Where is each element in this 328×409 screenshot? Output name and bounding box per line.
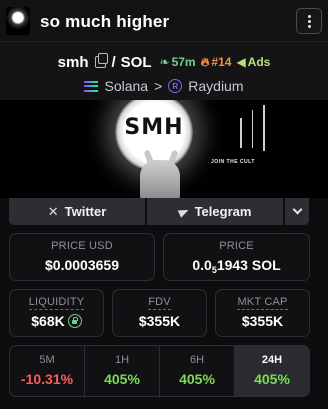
price-sol-box: PRICE 0.051943 SOL: [163, 233, 310, 281]
solana-icon: [84, 80, 99, 92]
paint-drip: [263, 105, 265, 151]
timeframe-label: 6H: [189, 354, 205, 366]
ads-badge[interactable]: ◀ Ads: [236, 55, 270, 69]
market-cap-label: MKT CAP: [237, 296, 288, 310]
flame-icon: 🔥︎: [200, 54, 210, 69]
price-sol-suffix: 1943 SOL: [216, 257, 281, 273]
lock-icon[interactable]: [67, 314, 82, 328]
twitter-button[interactable]: ✕ Twitter: [9, 198, 145, 225]
pair-quote: SOL: [120, 53, 152, 71]
social-links: ✕ Twitter Telegram: [9, 198, 309, 225]
raydium-icon: R: [168, 79, 183, 93]
timeframe-label: 1H: [114, 354, 130, 366]
tab-5m[interactable]: 5M -10.31%: [10, 346, 85, 396]
paint-drip: [252, 110, 253, 148]
token-avatar: [6, 7, 30, 35]
dex-name[interactable]: Raydium: [188, 78, 243, 94]
price-usd-box: PRICE USD $0.0003659: [9, 233, 155, 281]
x-icon: ✕: [47, 203, 59, 219]
more-links-button[interactable]: [285, 198, 309, 225]
copy-icon[interactable]: [95, 53, 109, 68]
price-usd-label: PRICE USD: [51, 240, 113, 252]
tab-24h[interactable]: 24H 405%: [235, 346, 309, 396]
token-header: so much higher: [0, 0, 328, 42]
pair-info: smh / SOL ❧ 57m 🔥︎ #14 ◀ Ads Solana > R …: [0, 42, 328, 100]
ads-label: Ads: [247, 55, 271, 69]
liquidity-box: LIQUIDITY $68K: [9, 289, 104, 337]
token-title: so much higher: [40, 12, 170, 31]
pair-age-value: 57m: [171, 55, 196, 69]
price-sol-subscript: 5: [211, 265, 217, 275]
timeframe-change: 405%: [254, 371, 290, 387]
trending-rank-value: #14: [211, 55, 232, 69]
twitter-label: Twitter: [64, 204, 107, 219]
dot-icon: [307, 24, 311, 28]
timeframe-label: 24H: [261, 354, 283, 366]
telegram-button[interactable]: Telegram: [147, 198, 283, 225]
liquidity-label: LIQUIDITY: [28, 296, 85, 310]
timeframe-label: 5M: [39, 354, 55, 366]
price-usd-value: $0.0003659: [45, 257, 119, 273]
price-sol-label: PRICE: [219, 240, 254, 252]
banner-caption: JOIN THE CULT: [211, 159, 255, 165]
telegram-label: Telegram: [194, 204, 252, 219]
trending-rank[interactable]: 🔥︎ #14: [201, 55, 232, 70]
pair-base: smh: [57, 53, 89, 71]
more-menu-button[interactable]: [296, 8, 322, 34]
chevron-down-icon: [292, 204, 302, 215]
market-cap-value: $355K: [241, 313, 284, 329]
price-sol-prefix: 0.0: [192, 257, 212, 273]
timeframe-change: -10.31%: [20, 371, 74, 387]
timeframe-changes: 5M -10.31% 1H 405% 6H 405% 24H 405%: [9, 345, 310, 397]
paint-drip: [240, 118, 242, 148]
fdv-value: $355K: [138, 313, 181, 329]
dot-icon: [307, 19, 311, 23]
fdv-label: FDV: [148, 296, 171, 310]
chevron-right-icon: >: [154, 78, 163, 94]
liquidity-value: $68K: [31, 313, 65, 329]
telegram-icon: [177, 205, 190, 218]
cat-graphic: [140, 160, 180, 198]
tab-6h[interactable]: 6H 405%: [160, 346, 235, 396]
chain-name[interactable]: Solana: [104, 78, 148, 94]
token-banner-image: SMH JOIN THE CULT: [0, 100, 328, 198]
price-sol-value: 0.051943 SOL: [164, 257, 309, 275]
dot-icon: [307, 14, 311, 18]
tab-1h[interactable]: 1H 405%: [85, 346, 160, 396]
liquidity-value-row: $68K: [10, 313, 103, 329]
sprout-icon: ❧: [159, 55, 170, 69]
market-cap-box: MKT CAP $355K: [215, 289, 310, 337]
pair-age: ❧ 57m: [160, 55, 196, 69]
megaphone-icon: ◀: [236, 55, 246, 69]
moon-text: SMH: [124, 115, 184, 140]
fdv-box: FDV $355K: [112, 289, 207, 337]
pair-separator: /: [111, 53, 116, 71]
timeframe-change: 405%: [179, 371, 215, 387]
timeframe-change: 405%: [104, 371, 140, 387]
